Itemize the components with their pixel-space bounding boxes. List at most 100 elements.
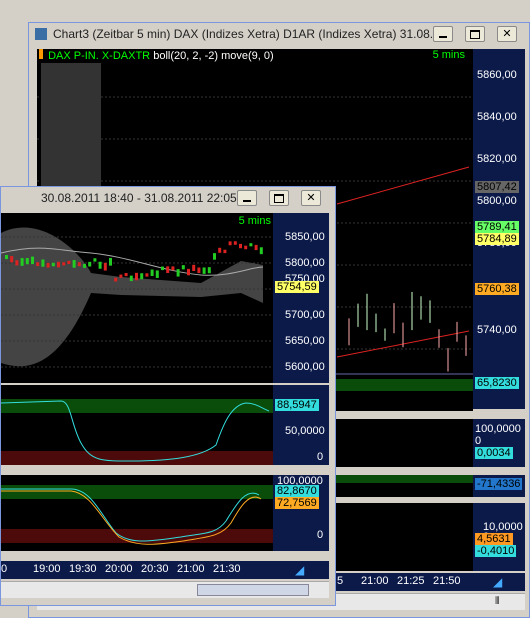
candle (109, 257, 112, 266)
front-maximize-button[interactable] (269, 190, 289, 206)
candle (98, 261, 102, 269)
time-label: 21:00 (177, 563, 205, 575)
price-tag-green: 5789,41 (475, 221, 519, 233)
time-label: 20:00 (105, 563, 133, 575)
candle (140, 273, 144, 280)
candle (119, 274, 123, 278)
candle (207, 267, 211, 274)
front-horizontal-scrollbar[interactable] (1, 581, 329, 598)
back-indicator-scale-1: 65,8230 (473, 373, 525, 409)
front-indicator-pane-1[interactable] (1, 385, 273, 465)
candle (103, 262, 107, 271)
back-chart-header: DAX P-IN. X-DAXTR boll(20, 2, -2) move(9… (37, 49, 473, 63)
price-tag-orange: 5760,38 (475, 283, 519, 295)
candle (67, 260, 71, 264)
back-indicator-scale-2: 100,0000 0 0,0034 (473, 419, 525, 467)
time-label: 21:50 (433, 575, 461, 587)
chart-app-icon (35, 28, 47, 40)
candle (202, 267, 206, 274)
front-header-timeframe: 5 mins (238, 215, 271, 227)
back-close-button[interactable]: ✕ (497, 26, 517, 42)
back-maximize-button[interactable] (465, 26, 485, 42)
candle (57, 261, 60, 268)
front-time-axis[interactable]: 0 19:00 19:30 20:00 20:30 21:00 21:30 (1, 561, 273, 579)
draw-tool-icon: ◢ (493, 575, 503, 589)
candle (171, 266, 175, 271)
candle (239, 243, 242, 249)
back-window-titlebar[interactable]: Chart3 (Zeitbar 5 min) DAX (Indizes Xetr… (29, 23, 529, 45)
indicator-tick: 50,0000 (285, 425, 325, 437)
price-tick: 5820,00 (477, 153, 517, 165)
candle (129, 275, 133, 282)
candle (15, 260, 19, 266)
back-candles (348, 292, 467, 372)
front-indicator-pane-2[interactable] (1, 475, 273, 551)
candle (223, 249, 227, 254)
candle (228, 241, 232, 246)
indicator-value: 88,5947 (275, 399, 319, 411)
time-label: 21:00 (361, 575, 389, 587)
candle (51, 262, 55, 267)
candle (46, 262, 50, 268)
front-corner-tool[interactable]: ◢ (273, 561, 329, 579)
candle (25, 258, 29, 265)
candle (176, 269, 180, 277)
back-header-instrument: DAX P-IN. X-DAXTR (48, 50, 151, 62)
candle (135, 272, 138, 281)
indicator-value: -71,4336 (475, 478, 523, 490)
macd-line-chart (1, 488, 262, 545)
last-price-tag: 5754,59 (275, 281, 319, 293)
candle (83, 264, 86, 268)
maximize-icon (274, 193, 284, 203)
candle (249, 243, 253, 247)
candle (155, 270, 159, 278)
candle (218, 247, 222, 253)
candle (259, 247, 263, 255)
front-chart-window[interactable]: 30.08.2011 18:40 - 31.08.2011 22:05 ✕ 5 … (0, 186, 336, 606)
candle (145, 273, 149, 277)
back-indicator-scale-3: -71,4336 (473, 475, 525, 497)
back-indicator-scale-4: 10,0000 0 4,5631 -0,4010 (473, 503, 525, 571)
back-price-scale[interactable]: 5860,00 5840,00 5820,00 5800,00 5780,00 … (473, 49, 525, 377)
indicator-tick: 0 (317, 451, 324, 463)
candle (213, 253, 216, 260)
indicator-value: 82,8670 (275, 485, 319, 497)
candle (114, 277, 118, 282)
front-price-scale[interactable]: 5850,00 5800,00 5750,00 5700,00 5650,00 … (273, 213, 329, 383)
scroll-thumb-icon[interactable]: ⦀ (495, 596, 499, 607)
stochastic-line-chart (1, 400, 270, 462)
indicator-tick: 100,0000 (475, 423, 521, 435)
indicator-value: 0,0034 (475, 447, 513, 459)
price-tick: 5860,00 (477, 69, 517, 81)
time-label: 21:30 (213, 563, 241, 575)
indicator-value: 4,5631 (475, 533, 513, 545)
time-label: 20:30 (141, 563, 169, 575)
price-tick: 5800,00 (477, 195, 517, 207)
back-header-indicators: boll(20, 2, -2) move(9, 0) (153, 50, 274, 62)
front-price-pane[interactable]: 5 mins (1, 213, 273, 383)
price-tag-gray: 5807,42 (475, 181, 519, 193)
candle (31, 256, 34, 265)
candle (77, 262, 81, 267)
front-close-button[interactable]: ✕ (301, 190, 321, 206)
price-tag-yellow: 5784,89 (475, 233, 519, 245)
maximize-icon (470, 29, 480, 39)
front-indicator-scale-1: 88,5947 50,0000 0 (273, 385, 329, 465)
candle (244, 245, 248, 250)
front-price-chart (1, 227, 273, 368)
scroll-thumb[interactable] (197, 584, 309, 596)
front-minimize-button[interactable] (237, 190, 257, 206)
price-tick: 5650,00 (285, 335, 325, 347)
back-minimize-button[interactable] (433, 26, 453, 42)
indicator-value: 72,7569 (275, 497, 319, 509)
bollinger-band-shade (41, 61, 101, 191)
indicator-tick: 0 (317, 529, 324, 541)
price-tick: 5700,00 (285, 309, 325, 321)
back-corner-tool[interactable]: ◢ (473, 573, 525, 591)
candle (88, 261, 92, 267)
close-icon: ✕ (502, 28, 512, 40)
candle (93, 258, 97, 262)
candle (187, 268, 190, 276)
price-tick: 5600,00 (285, 361, 325, 373)
candle (197, 267, 201, 273)
